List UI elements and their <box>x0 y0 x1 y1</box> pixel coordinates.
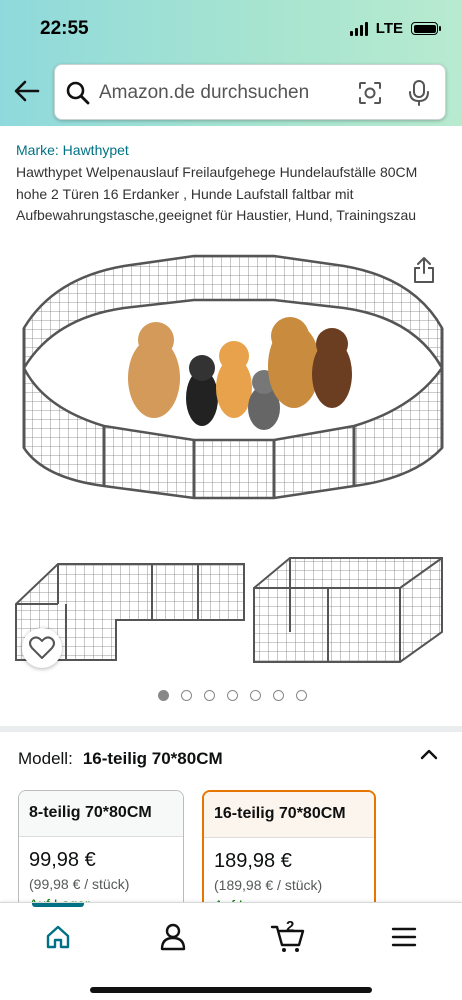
variant-option-price: 99,98 € <box>29 849 96 871</box>
chevron-up-icon[interactable] <box>418 744 440 766</box>
signal-icon <box>349 21 368 36</box>
pager-dot[interactable] <box>158 690 169 701</box>
variant-option-name: 8-teilig 70*80CM <box>19 791 183 837</box>
network-label: LTE <box>375 20 403 37</box>
search-input[interactable]: Amazon.de durchsuchen <box>54 64 446 120</box>
active-tab-indicator <box>32 903 84 907</box>
pager-dot[interactable] <box>250 690 261 701</box>
home-indicator[interactable] <box>90 987 372 993</box>
variant-option-name: 16-teilig 70*80CM <box>204 792 374 838</box>
image-pager-dots <box>158 690 307 701</box>
section-divider <box>0 726 462 732</box>
variant-option-8-teilig[interactable]: 8-teilig 70*80CM 99,98 € (99,98 € / stüc… <box>18 790 184 920</box>
variant-selected-value: 16-teilig 70*80CM <box>82 749 223 768</box>
brand-link[interactable]: Marke: Hawthypet <box>16 142 129 158</box>
variant-label: Modell: <box>18 749 73 768</box>
variant-option-16-teilig[interactable]: 16-teilig 70*80CM 189,98 € (189,98 € / s… <box>202 790 376 920</box>
status-bar: 22:55 LTE <box>0 0 462 56</box>
menu-icon[interactable] <box>384 917 424 957</box>
home-icon[interactable] <box>38 917 78 957</box>
search-placeholder: Amazon.de durchsuchen <box>99 82 310 103</box>
variant-option-unit-price: (99,98 € / stück) <box>29 876 130 892</box>
search-icon <box>66 81 90 105</box>
bottom-navigation: 2 <box>0 902 462 1000</box>
heart-icon <box>29 636 55 659</box>
product-title: Hawthypet Welpenauslauf Freilaufgehege H… <box>16 164 418 223</box>
product-thumbnail-rectangle[interactable] <box>250 552 446 668</box>
pager-dot[interactable] <box>204 690 215 701</box>
pager-dot[interactable] <box>296 690 307 701</box>
microphone-icon[interactable] <box>407 79 431 107</box>
pager-dot[interactable] <box>273 690 284 701</box>
variant-option-price: 189,98 € <box>214 850 292 872</box>
pager-dot[interactable] <box>227 690 238 701</box>
app-header: 22:55 LTE Amazon.de durchsuchen <box>0 0 462 126</box>
status-indicators: LTE <box>349 20 441 37</box>
variant-selector-header[interactable]: Modell: 16-teilig 70*80CM <box>18 749 223 769</box>
product-main-image[interactable] <box>14 248 450 510</box>
share-icon[interactable] <box>412 256 436 284</box>
account-icon[interactable] <box>153 917 193 957</box>
variant-option-unit-price: (189,98 € / stück) <box>214 877 323 893</box>
status-time: 22:55 <box>40 18 89 39</box>
cart-button[interactable]: 2 <box>268 917 308 957</box>
wishlist-button[interactable] <box>22 628 62 668</box>
battery-icon <box>411 22 441 35</box>
pager-dot[interactable] <box>181 690 192 701</box>
camera-lens-icon[interactable] <box>357 80 383 106</box>
cart-count-badge: 2 <box>286 918 295 935</box>
back-arrow-icon[interactable] <box>12 76 42 106</box>
